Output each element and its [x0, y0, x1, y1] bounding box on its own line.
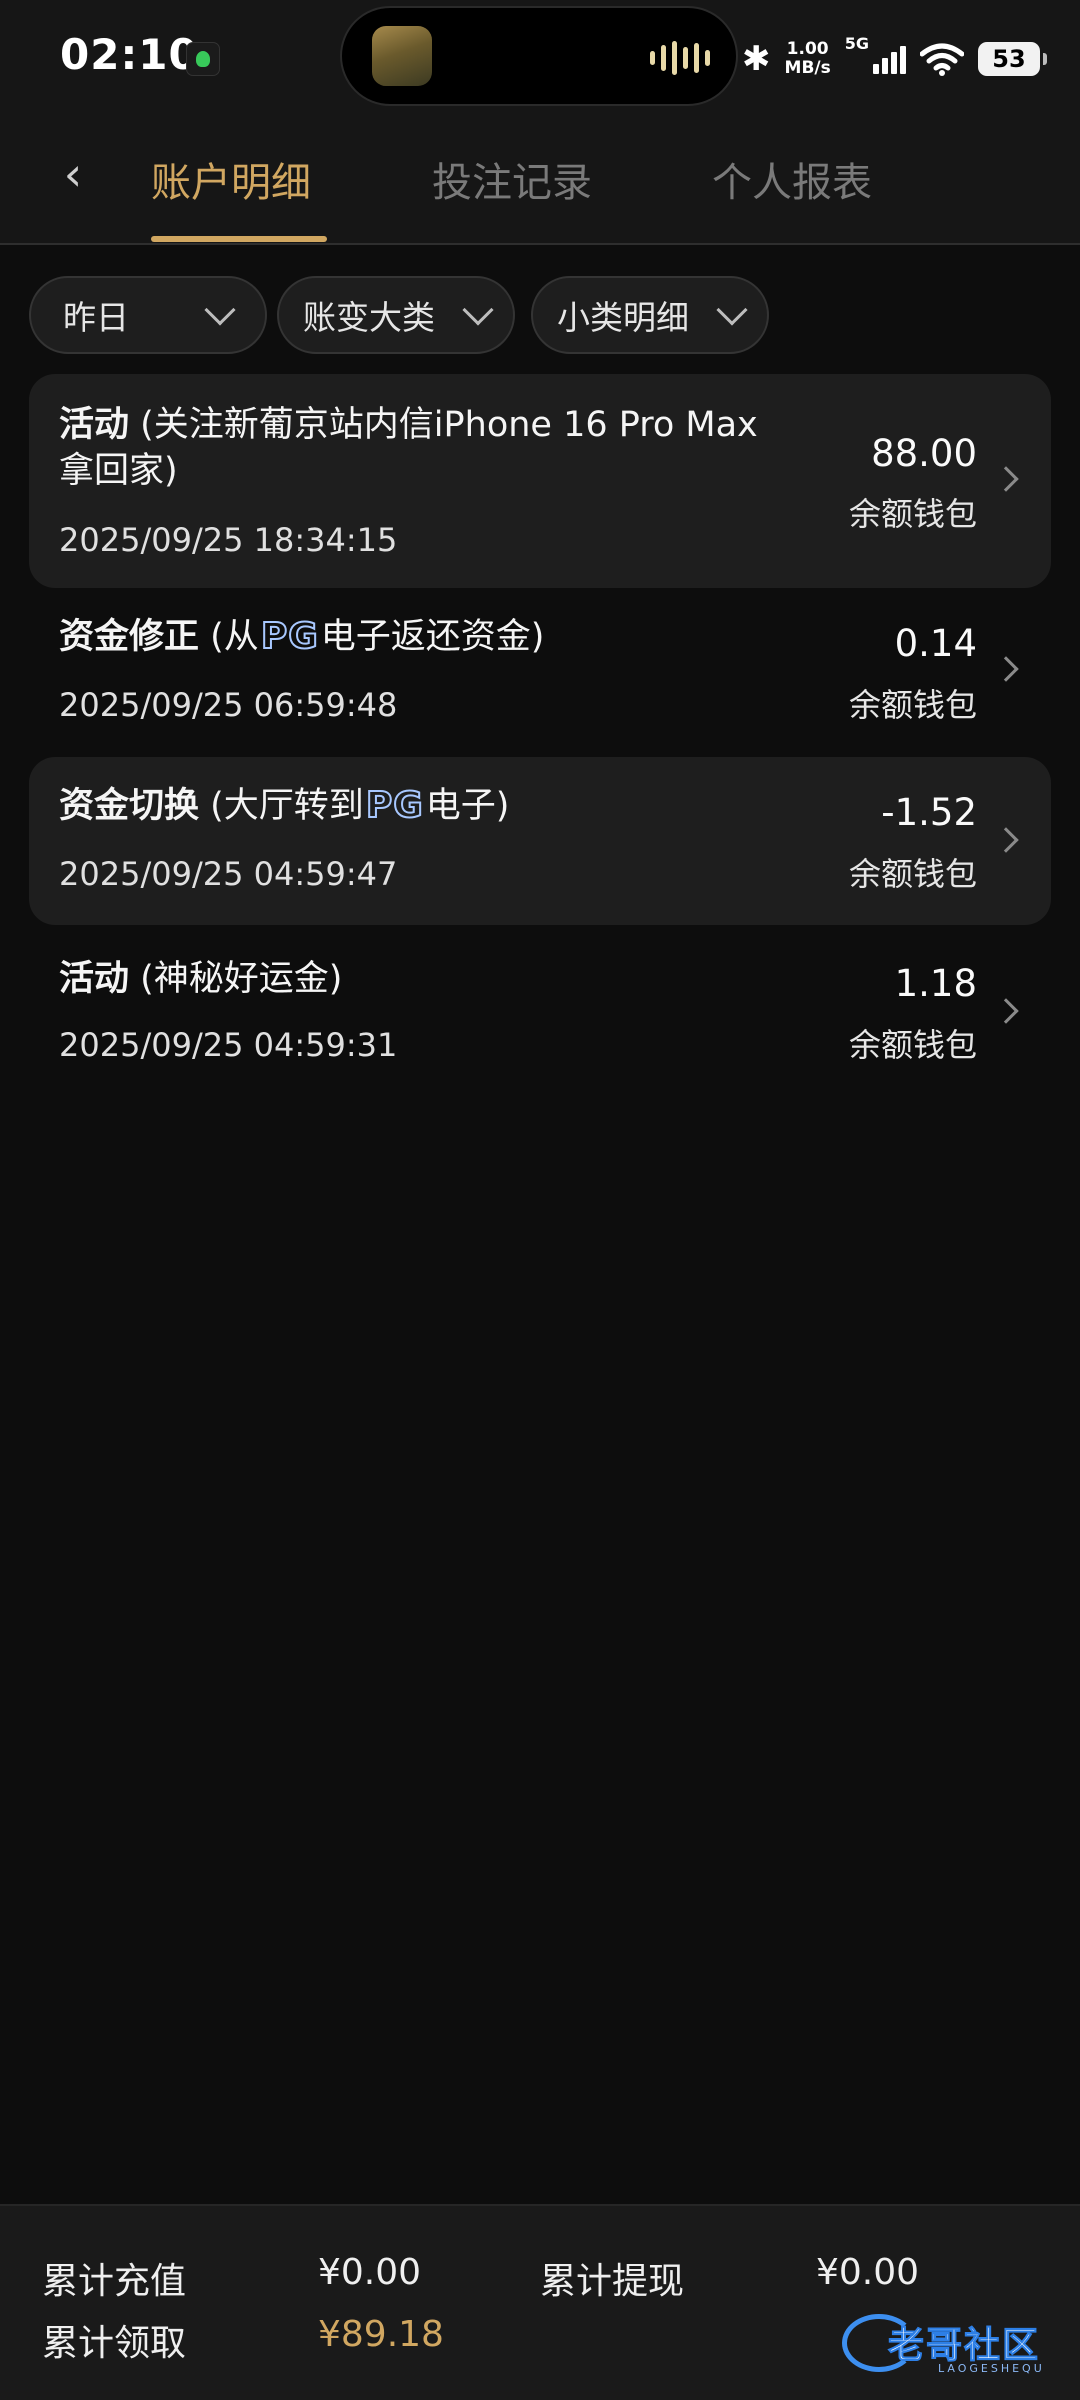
- transaction-title: 资金切换 (大厅转到PG电子): [59, 783, 509, 829]
- transaction-category: 资金修正: [59, 617, 200, 657]
- filter-date[interactable]: 昨日: [29, 276, 267, 354]
- transaction-date: 2025/09/25 06:59:48: [59, 686, 398, 724]
- transaction-amount: 88.00: [871, 432, 977, 475]
- tab-account-details[interactable]: 账户明细: [151, 150, 311, 208]
- back-button[interactable]: ‹: [48, 144, 98, 204]
- filter-subcategory[interactable]: 小类明细: [531, 276, 769, 354]
- battery-icon: 53: [978, 42, 1047, 76]
- wifi-icon: [920, 43, 964, 76]
- status-indicators: ✱ 1.00 MB/s 5G 53: [742, 34, 1047, 84]
- transaction-title: 活动 (关注新葡京站内信iPhone 16 Pro Max 拿回家): [59, 402, 779, 494]
- total-recharge-value: ¥0.00: [318, 2252, 422, 2293]
- filter-category[interactable]: 账变大类: [277, 276, 515, 354]
- transaction-row[interactable]: 资金修正 (从PG电子返还资金) 2025/09/25 06:59:48 0.1…: [29, 592, 1051, 752]
- transaction-row[interactable]: 资金切换 (大厅转到PG电子) 2025/09/25 04:59:47 -1.5…: [29, 757, 1051, 925]
- filter-date-label: 昨日: [63, 298, 129, 337]
- header: ‹ 账户明细 投注记录 个人报表: [0, 120, 1080, 245]
- active-tab-indicator: [151, 236, 327, 242]
- transaction-amount: 0.14: [894, 622, 977, 665]
- network-type: 5G: [844, 34, 869, 53]
- transaction-wallet: 余额钱包: [848, 1026, 977, 1064]
- transaction-row[interactable]: 活动 (关注新葡京站内信iPhone 16 Pro Max 拿回家) 2025/…: [29, 374, 1051, 588]
- tab-bet-records[interactable]: 投注记录: [432, 150, 592, 208]
- network-speed-unit: MB/s: [784, 58, 831, 78]
- transaction-detail: (关注新葡京站内信iPhone 16 Pro Max: [140, 405, 758, 445]
- chevron-down-icon: [716, 294, 748, 326]
- chevron-right-icon: [993, 656, 1019, 682]
- chevron-right-icon: [993, 827, 1019, 853]
- pg-brand-logo: PG: [260, 615, 319, 658]
- transaction-amount: 1.18: [894, 962, 977, 1005]
- transaction-amount: -1.52: [881, 791, 977, 834]
- transaction-date: 2025/09/25 18:34:15: [59, 521, 398, 559]
- transaction-row[interactable]: 活动 (神秘好运金) 2025/09/25 04:59:31 1.18 余额钱包: [29, 930, 1051, 1090]
- total-withdraw-label: 累计提现: [540, 2261, 685, 2302]
- total-claimed-label: 累计领取: [42, 2323, 187, 2364]
- pg-brand-logo: PG: [365, 784, 424, 827]
- total-recharge-label: 累计充值: [42, 2261, 187, 2302]
- transaction-detail-cont: 拿回家): [59, 451, 178, 491]
- total-claimed-value: ¥89.18: [318, 2314, 444, 2355]
- network-speed: 1.00 MB/s: [785, 40, 831, 78]
- tab-personal-report[interactable]: 个人报表: [712, 150, 872, 208]
- chevron-right-icon: [993, 998, 1019, 1024]
- transaction-detail-prefix: (从: [210, 617, 259, 657]
- transaction-wallet: 余额钱包: [848, 855, 977, 893]
- filter-category-label: 账变大类: [303, 298, 435, 337]
- chevron-down-icon: [462, 294, 494, 326]
- transaction-detail-prefix: (大厅转到: [210, 786, 364, 826]
- media-thumbnail: [372, 26, 432, 86]
- transaction-detail-suffix: 电子): [425, 786, 510, 826]
- transaction-category: 活动: [59, 405, 130, 445]
- audio-wave-icon: [650, 40, 710, 76]
- notification-app-icon: [186, 42, 220, 76]
- status-bar: 02:10 ✱ 1.00 MB/s 5G 53: [0, 0, 1080, 120]
- transaction-date: 2025/09/25 04:59:47: [59, 855, 398, 893]
- transaction-title: 资金修正 (从PG电子返还资金): [59, 614, 544, 660]
- total-withdraw-value: ¥0.00: [816, 2252, 920, 2293]
- transaction-detail-suffix: 电子返还资金): [320, 617, 545, 657]
- transaction-wallet: 余额钱包: [848, 686, 977, 724]
- filter-subcategory-label: 小类明细: [557, 298, 689, 337]
- transaction-wallet: 余额钱包: [848, 495, 977, 533]
- transaction-category: 资金切换: [59, 786, 200, 826]
- chevron-right-icon: [993, 466, 1019, 492]
- network-speed-value: 1.00: [786, 39, 829, 59]
- transaction-detail: (神秘好运金): [140, 959, 343, 999]
- dynamic-island[interactable]: [340, 6, 738, 106]
- summary-footer: 累计充值 ¥0.00 累计提现 ¥0.00 累计领取 ¥89.18 老哥社区 L…: [0, 2204, 1080, 2400]
- bluetooth-icon: ✱: [742, 39, 771, 79]
- transaction-date: 2025/09/25 04:59:31: [59, 1026, 398, 1064]
- status-time: 02:10: [60, 30, 199, 79]
- transaction-category: 活动: [59, 959, 130, 999]
- watermark-text: 老哥社区: [887, 2325, 1041, 2367]
- chevron-down-icon: [204, 294, 236, 326]
- chevron-left-icon: ‹: [63, 147, 83, 201]
- watermark-subtext: LAOGESHEQU: [938, 2362, 1045, 2375]
- transaction-title: 活动 (神秘好运金): [59, 956, 342, 1002]
- watermark-logo: 老哥社区 LAOGESHEQU: [842, 2308, 1072, 2378]
- signal-icon: [873, 44, 906, 74]
